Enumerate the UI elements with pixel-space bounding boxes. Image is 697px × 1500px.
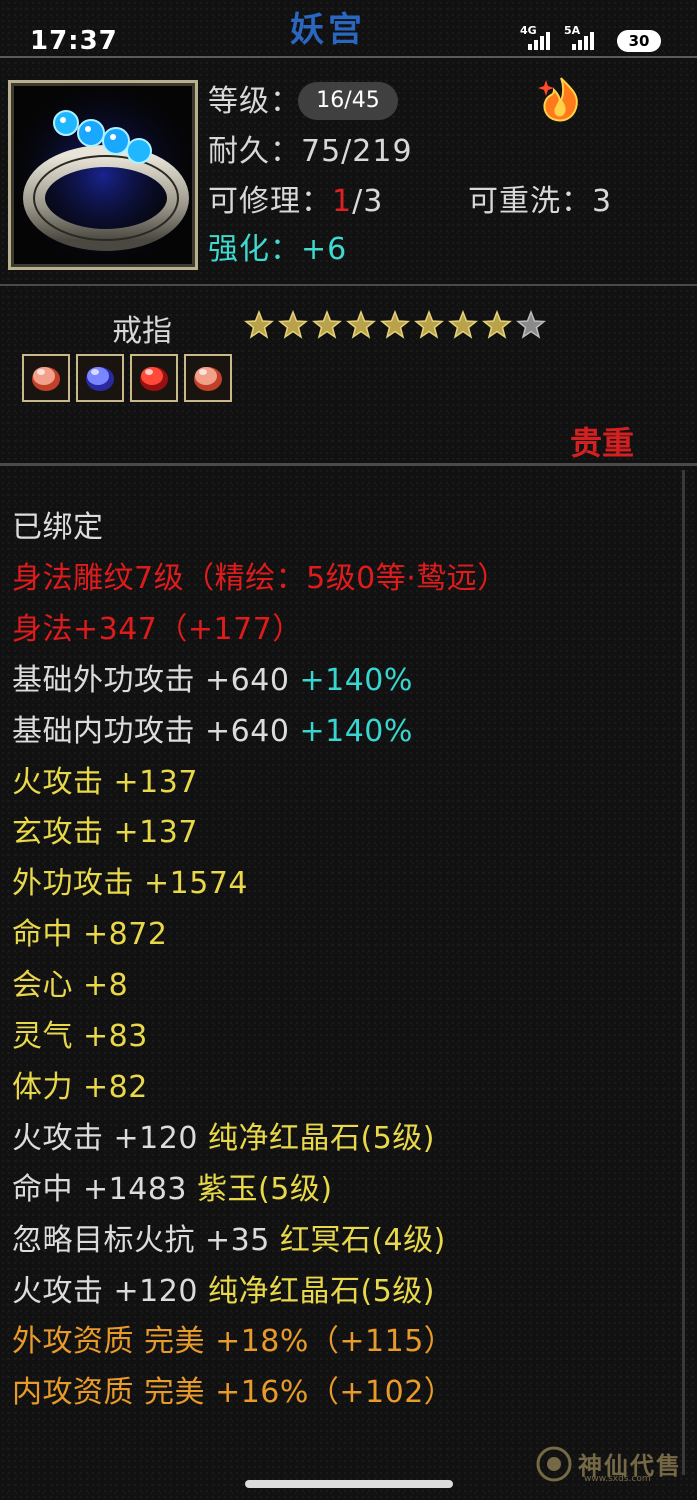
property-line: 外攻资质 完美 +18%（+115） bbox=[12, 1316, 454, 1360]
property-line: 基础内功攻击 +640 +140% bbox=[12, 706, 413, 750]
property-line: 外功攻击 +1574 bbox=[12, 858, 248, 902]
star-filled-icon bbox=[481, 309, 513, 340]
star-filled-icon bbox=[243, 309, 275, 340]
rewash-row: 可重洗：3 bbox=[468, 184, 613, 219]
property-line: 基础外功攻击 +640 +140% bbox=[12, 655, 413, 699]
property-text: 外攻资质 完美 +18%（+115） bbox=[12, 1324, 455, 1359]
watermark-logo-icon bbox=[536, 1446, 572, 1482]
property-text: 纯净红晶石(5级) bbox=[207, 1274, 435, 1309]
star-empty-icon bbox=[515, 309, 547, 340]
property-line: 体力 +82 bbox=[12, 1062, 148, 1106]
property-line: 身法雕纹7级（精绘：5级0等·鸷远） bbox=[12, 553, 508, 597]
property-line: 玄攻击 +137 bbox=[12, 807, 198, 851]
property-line: 火攻击 +120 纯净红晶石(5级) bbox=[12, 1113, 435, 1157]
quality-label: 贵重 bbox=[570, 424, 635, 462]
property-text: 命中 +1483 bbox=[12, 1172, 198, 1207]
property-text: 内攻资质 完美 +16%（+102） bbox=[12, 1375, 455, 1410]
property-text: 基础外功攻击 +640 bbox=[12, 663, 300, 698]
home-indicator[interactable] bbox=[245, 1480, 453, 1488]
star-filled-icon bbox=[277, 309, 309, 340]
property-text: 身法雕纹7级（精绘：5级0等·鸷远） bbox=[12, 561, 508, 596]
property-line: 命中 +1483 紫玉(5级) bbox=[12, 1164, 333, 1208]
property-text: 会心 +8 bbox=[12, 968, 129, 1003]
property-text: 火攻击 +120 bbox=[12, 1274, 208, 1309]
star-filled-icon bbox=[379, 309, 411, 340]
repair-row: 可修理：1/3 bbox=[208, 184, 384, 219]
property-text: 火攻击 +120 bbox=[12, 1121, 208, 1156]
pink-gem-icon[interactable] bbox=[22, 354, 70, 402]
property-text: 灵气 +83 bbox=[12, 1019, 148, 1054]
ring-icon bbox=[11, 83, 195, 267]
property-text: 体力 +82 bbox=[12, 1070, 148, 1105]
property-text: 纯净红晶石(5级) bbox=[207, 1121, 435, 1156]
property-line: 忽略目标火抗 +35 红冥石(4级) bbox=[12, 1215, 446, 1259]
item-title: 妖宫 bbox=[290, 10, 366, 50]
property-text: +140% bbox=[299, 663, 413, 698]
property-text: 红冥石(4级) bbox=[279, 1223, 446, 1258]
property-text: 已绑定 bbox=[12, 510, 104, 545]
property-text: 火攻击 +137 bbox=[12, 765, 198, 800]
battery-indicator: 30 bbox=[617, 30, 661, 52]
property-line: 灵气 +83 bbox=[12, 1011, 148, 1055]
property-text: 外功攻击 +1574 bbox=[12, 866, 249, 901]
property-text: 身法+347（+177） bbox=[12, 612, 303, 647]
property-line: 火攻击 +137 bbox=[12, 757, 198, 801]
fire-element-icon bbox=[536, 74, 586, 124]
level-label: 等级： bbox=[208, 84, 301, 119]
star-filled-icon bbox=[311, 309, 343, 340]
property-line: 内攻资质 完美 +16%（+102） bbox=[12, 1367, 454, 1411]
clock: 17:37 bbox=[30, 26, 118, 56]
property-text: 忽略目标火抗 +35 bbox=[12, 1223, 280, 1258]
red-gem-icon[interactable] bbox=[130, 354, 178, 402]
item-icon-frame[interactable] bbox=[8, 80, 198, 270]
pink-gem-icon[interactable] bbox=[184, 354, 232, 402]
property-line: 火攻击 +120 纯净红晶石(5级) bbox=[12, 1266, 435, 1310]
star-filled-icon bbox=[447, 309, 479, 340]
enhance-row: 强化：+6 bbox=[208, 232, 348, 267]
star-rating bbox=[243, 309, 547, 340]
star-filled-icon bbox=[345, 309, 377, 340]
page-indicator: 16/45 bbox=[298, 82, 398, 120]
property-line: 命中 +872 bbox=[12, 909, 167, 953]
property-line: 会心 +8 bbox=[12, 960, 128, 1004]
property-text: +140% bbox=[299, 714, 413, 749]
property-text: 紫玉(5级) bbox=[197, 1172, 333, 1207]
property-line: 身法+347（+177） bbox=[12, 604, 303, 648]
blue-gem-icon[interactable] bbox=[76, 354, 124, 402]
durability-row: 耐久：75/219 bbox=[208, 134, 413, 169]
property-text: 玄攻击 +137 bbox=[12, 815, 198, 850]
property-text: 基础内功攻击 +640 bbox=[12, 714, 300, 749]
property-text: 命中 +872 bbox=[12, 917, 168, 952]
watermark: 神仙代售 www.sxds.com bbox=[534, 1444, 684, 1484]
socket-gems bbox=[22, 354, 232, 402]
item-type: 戒指 bbox=[112, 314, 172, 349]
star-filled-icon bbox=[413, 309, 445, 340]
property-line: 已绑定 bbox=[12, 502, 104, 546]
